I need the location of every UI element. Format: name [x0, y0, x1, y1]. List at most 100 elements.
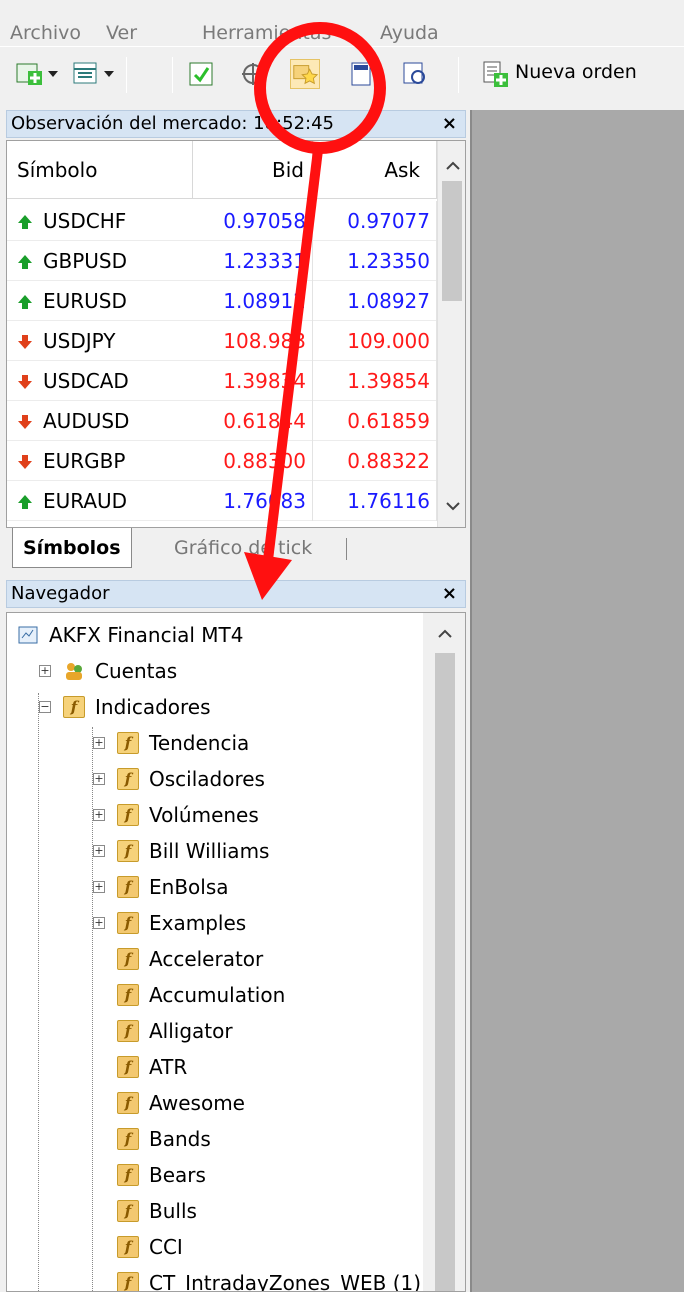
expand-icon[interactable]: +: [93, 917, 105, 929]
expand-icon[interactable]: +: [93, 737, 105, 749]
ask-cell: 1.76116: [313, 481, 437, 521]
indicator-folder-icon: f: [117, 804, 139, 826]
table-row[interactable]: AUDUSD 0.61844 0.61859: [7, 401, 437, 441]
table-row[interactable]: GBPUSD 1.23331 1.23350: [7, 241, 437, 281]
ask-cell: 0.97077: [313, 201, 437, 241]
menu-ver[interactable]: Ver: [106, 0, 137, 44]
scroll-up-icon[interactable]: [445, 161, 461, 171]
tree-root-terminal[interactable]: AKFX Financial MT4: [17, 617, 417, 653]
tree-item-indicator[interactable]: f Awesome: [117, 1085, 417, 1121]
tree-item-indicator[interactable]: f CT_IntradayZones_WEB (1): [117, 1265, 421, 1291]
profiles-icon[interactable]: [70, 59, 100, 89]
custom-indicator-icon: f: [117, 1020, 139, 1042]
tree-item-indicator[interactable]: f Bulls: [117, 1193, 417, 1229]
arrow-down-icon: [18, 415, 32, 429]
table-row[interactable]: USDJPY 108.983 109.000: [7, 321, 437, 361]
expand-icon[interactable]: +: [93, 881, 105, 893]
expand-icon[interactable]: +: [93, 845, 105, 857]
bid-cell: 1.76083: [193, 481, 313, 521]
tree-item-indicator[interactable]: f Alligator: [117, 1013, 417, 1049]
tree-item-indicator[interactable]: f Accelerator: [117, 941, 417, 977]
tree-item-indicator[interactable]: f ATR: [117, 1049, 417, 1085]
bid-cell: 0.97058: [193, 201, 313, 241]
table-row[interactable]: EURUSD 1.08912 1.08927: [7, 281, 437, 321]
market-watch-tabs: Símbolos Gráfico de tick: [6, 528, 466, 572]
data-window-icon[interactable]: [238, 59, 268, 89]
symbol-cell: USDCAD: [43, 369, 129, 393]
tree-item-indicator-group[interactable]: + f Osciladores: [93, 761, 417, 797]
tree-item-indicator-group[interactable]: + f Examples: [93, 905, 417, 941]
navigator-toggle-icon[interactable]: [290, 59, 320, 89]
tree-item-indicator-group[interactable]: + f Volúmenes: [93, 797, 417, 833]
scroll-up-icon[interactable]: [437, 629, 453, 639]
scroll-down-icon[interactable]: [445, 501, 461, 511]
expand-icon[interactable]: −: [39, 701, 51, 713]
arrow-up-icon: [18, 255, 32, 269]
custom-indicator-icon: f: [117, 876, 139, 898]
market-watch-scrollbar[interactable]: [437, 141, 465, 527]
tab-symbols[interactable]: Símbolos: [12, 528, 132, 568]
menu-herramientas[interactable]: Herramientas: [202, 0, 331, 44]
strategy-tester-icon[interactable]: [400, 59, 430, 89]
column-header-symbol[interactable]: Símbolo: [7, 141, 193, 199]
navigator-header: Navegador ×: [6, 580, 466, 608]
accounts-icon: [66, 663, 82, 680]
scrollbar-thumb[interactable]: [442, 181, 462, 301]
new-order-icon[interactable]: [480, 59, 510, 89]
tree-item-label: CT_IntradayZones_WEB (1): [149, 1271, 422, 1292]
expand-icon[interactable]: +: [93, 809, 105, 821]
toolbar-separator: [126, 57, 127, 93]
table-row[interactable]: EURGBP 0.88300 0.88322: [7, 441, 437, 481]
toolbar: Nueva orden: [0, 46, 684, 104]
menu-ayuda[interactable]: Ayuda: [380, 0, 439, 44]
market-watch-header: Observación del mercado: 18:52:45 ×: [6, 110, 466, 138]
arrow-up-icon: [18, 215, 32, 229]
bid-cell: 1.23331: [193, 241, 313, 281]
tree-item-indicator[interactable]: f Accumulation: [117, 977, 417, 1013]
table-row[interactable]: USDCAD 1.39834 1.39854: [7, 361, 437, 401]
tree-item-indicator-group[interactable]: + f EnBolsa: [93, 869, 417, 905]
new-order-button[interactable]: Nueva orden: [515, 61, 637, 83]
table-row[interactable]: USDCHF 0.97058 0.97077: [7, 201, 437, 241]
tree-item-label: Bill Williams: [149, 839, 270, 863]
menu-archivo[interactable]: Archivo: [10, 0, 81, 44]
symbol-cell: USDJPY: [43, 329, 116, 353]
scrollbar-thumb[interactable]: [435, 653, 455, 1291]
table-row[interactable]: EURAUD 1.76083 1.76116: [7, 481, 437, 521]
tree-item-label: Indicadores: [95, 695, 211, 719]
tree-item-indicator[interactable]: f Bands: [117, 1121, 417, 1157]
ask-cell: 109.000: [313, 321, 437, 361]
tab-tick-chart[interactable]: Gráfico de tick: [164, 528, 322, 568]
expand-icon[interactable]: +: [93, 773, 105, 785]
market-watch-toggle-icon[interactable]: [186, 59, 216, 89]
tree-item-indicator[interactable]: f CCI: [117, 1229, 417, 1265]
bid-cell: 0.88300: [193, 441, 313, 481]
tree-item-indicadores[interactable]: − f Indicadores: [39, 689, 417, 725]
tree-item-label: Awesome: [149, 1091, 245, 1115]
expand-icon[interactable]: +: [39, 665, 51, 677]
custom-indicator-icon: f: [117, 1056, 139, 1078]
symbol-cell: EURAUD: [43, 489, 128, 513]
indicator-folder-icon: f: [117, 732, 139, 754]
tree-item-label: Accumulation: [149, 983, 286, 1007]
tree-item-indicator[interactable]: f Bears: [117, 1157, 417, 1193]
column-header-ask[interactable]: Ask: [313, 141, 437, 199]
indicator-folder-icon: f: [117, 840, 139, 862]
symbol-cell: GBPUSD: [43, 249, 128, 273]
close-icon[interactable]: ×: [442, 111, 457, 137]
new-chart-dropdown-icon[interactable]: [48, 71, 58, 77]
arrow-up-icon: [18, 495, 32, 509]
navigator-scrollbar[interactable]: [423, 613, 465, 1291]
new-chart-icon[interactable]: [14, 59, 44, 89]
profiles-dropdown-icon[interactable]: [104, 71, 114, 77]
tree-item-label: Tendencia: [149, 731, 250, 755]
custom-indicator-icon: f: [117, 1092, 139, 1114]
arrow-down-icon: [18, 455, 32, 469]
column-header-bid[interactable]: Bid: [193, 141, 313, 199]
tree-item-indicator-group[interactable]: + f Bill Williams: [93, 833, 417, 869]
terminal-icon[interactable]: [346, 59, 376, 89]
tree-item-cuentas[interactable]: + Cuentas: [39, 653, 417, 689]
tree-item-indicator-group[interactable]: + f Tendencia: [93, 725, 417, 761]
symbol-cell: USDCHF: [43, 209, 127, 233]
close-icon[interactable]: ×: [442, 581, 457, 607]
